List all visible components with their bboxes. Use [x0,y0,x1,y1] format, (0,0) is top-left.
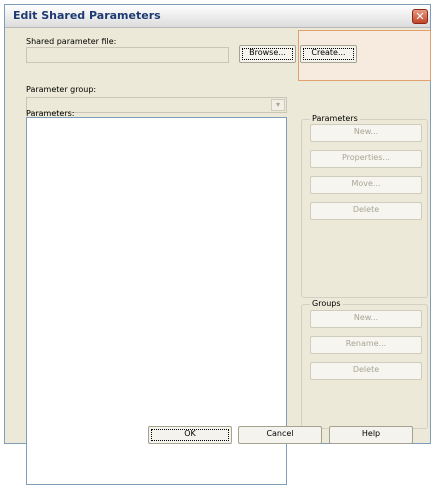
shared-parameter-file-label-text: Shared parameter file: [26,37,117,46]
parameter-move-button[interactable]: Move... [310,176,422,194]
cancel-button-label: Cancel [266,429,294,438]
cancel-button[interactable]: Cancel [238,426,322,444]
help-button[interactable]: Help [329,426,413,444]
parameter-delete-button[interactable]: Delete [310,202,422,220]
help-button-label: Help [361,429,381,438]
parameter-group-label: Parameter group: [26,85,97,94]
title-bar: Edit Shared Parameters [5,5,430,28]
close-icon[interactable]: ✕ [412,9,428,24]
group-delete-button[interactable]: Delete [310,362,422,380]
focus-outline [242,48,293,60]
focus-outline-ok [151,429,229,441]
chevron-down-icon[interactable]: ▾ [271,99,285,111]
ok-button[interactable]: OK [148,426,232,444]
window-title: Edit Shared Parameters [13,9,161,22]
parameters-group-title: Parameters [310,114,360,123]
focus-outline-create [303,48,354,60]
groups-group-title: Groups [310,299,343,308]
browse-button[interactable]: Browse... [239,45,296,63]
groups-groupbox: Groups New... Rename... Delete [301,299,428,429]
shared-parameter-file-field[interactable] [26,47,229,63]
parameter-new-button[interactable]: New... [310,124,422,142]
parameter-properties-button[interactable]: Properties... [310,150,422,168]
shared-parameter-file-label: Shared parameter file: [26,37,116,46]
group-new-button[interactable]: New... [310,310,422,328]
group-rename-button[interactable]: Rename... [310,336,422,354]
create-button[interactable]: Create... [300,45,357,63]
parameters-groupbox: Parameters New... Properties... Move... … [301,114,428,298]
